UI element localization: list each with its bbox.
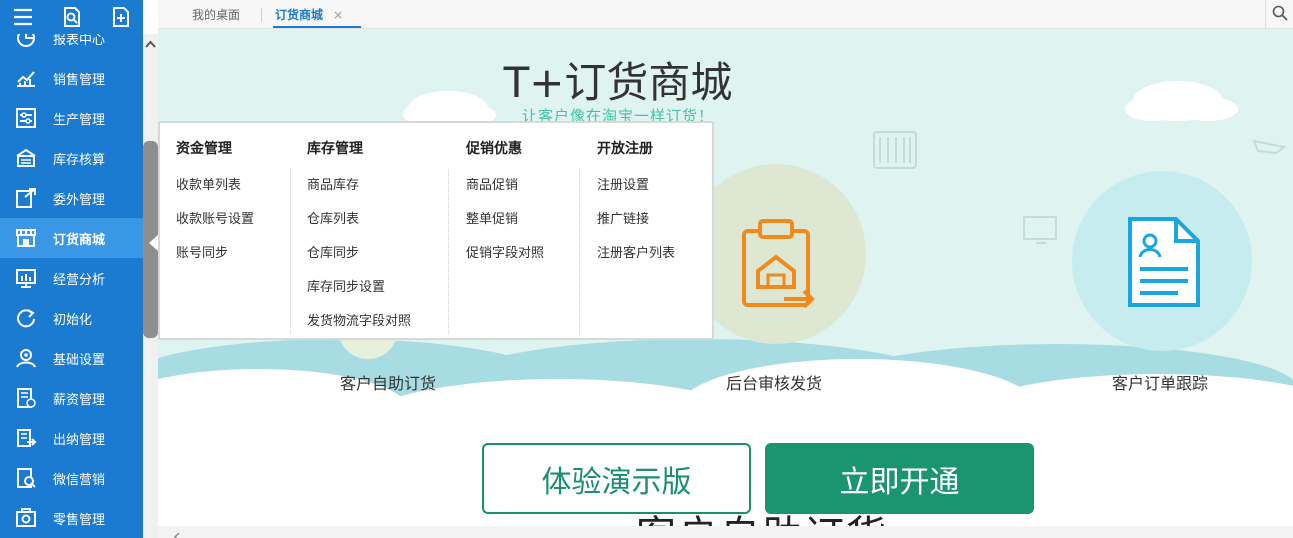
submenu-item-registered-customers[interactable]: 注册客户列表 [597,242,675,261]
submenu-item-product-stock[interactable]: 商品库存 [307,174,359,193]
sidebar-item-analysis[interactable]: 经营分析 [0,258,143,298]
store-submenu-panel: 资金管理 收款单列表 收款账号设置 账号同步 库存管理 商品库存 仓库列表 仓库… [158,121,714,340]
feature-label-self-order: 客户自助订货 [340,374,437,393]
tab-my-desktop[interactable]: 我的桌面 [192,6,240,28]
sidebar-item-outsource[interactable]: 委外管理 [0,178,143,218]
tab-bar: 我的桌面 订货商城 × [158,0,1293,29]
submenu-heading: 库存管理 [307,141,363,157]
global-search-button[interactable] [1265,0,1293,29]
settings-icon [14,346,38,370]
search-doc-icon[interactable] [61,6,83,28]
sidebar: 报表中心 销售管理 生产管理 库存核算 委外管理 订货商城 经营分析 初始化 基… [0,0,143,538]
submenu-divider [448,169,449,334]
sidebar-item-retail[interactable]: 零售管理 [0,498,143,538]
sidebar-item-cashier[interactable]: 出纳管理 [0,418,143,458]
sales-chart-icon [14,66,38,90]
warehouse-clipboard-icon [738,215,818,315]
retail-icon [14,506,38,530]
scroll-up-icon[interactable] [145,36,156,48]
store-icon [14,226,38,250]
app-window: 报表中心 销售管理 生产管理 库存核算 委外管理 订货商城 经营分析 初始化 基… [0,0,1293,538]
menu-icon[interactable] [12,6,34,28]
analysis-icon [14,266,38,290]
sidebar-menu: 报表中心 销售管理 生产管理 库存核算 委外管理 订货商城 经营分析 初始化 基… [0,18,143,538]
cashier-icon [14,426,38,450]
submenu-item-promo-mapping[interactable]: 促销字段对照 [466,242,544,261]
submenu-item-warehouse-sync[interactable]: 仓库同步 [307,242,359,261]
submenu-item-register-settings[interactable]: 注册设置 [597,174,649,193]
feature-label-order-tracking: 客户订单跟踪 [1112,374,1209,393]
sidebar-item-store[interactable]: 订货商城 [0,218,143,258]
sidebar-item-payroll[interactable]: 薪资管理 [0,378,143,418]
wechat-icon [14,466,38,490]
sidebar-scrollbar[interactable] [143,34,158,538]
sidebar-item-init[interactable]: 初始化 [0,298,143,338]
submenu-item-product-promo[interactable]: 商品促销 [466,174,518,193]
submenu-divider [579,169,580,334]
order-document-icon [1126,215,1202,313]
submenu-item-logistics-mapping[interactable]: 发货物流字段对照 [307,310,411,329]
tab-order-mall[interactable]: 订货商城 × [273,6,361,28]
sidebar-item-settings[interactable]: 基础设置 [0,338,143,378]
sidebar-item-production[interactable]: 生产管理 [0,98,143,138]
submenu-item-receipt-list[interactable]: 收款单列表 [176,174,241,193]
submenu-item-receipt-account[interactable]: 收款账号设置 [176,208,254,227]
close-tab-icon[interactable]: × [333,8,343,22]
sidebar-item-inventory[interactable]: 库存核算 [0,138,143,178]
sidebar-item-wechat[interactable]: 微信营销 [0,458,143,498]
submenu-item-promo-link[interactable]: 推广链接 [597,208,649,227]
inventory-icon [14,146,38,170]
submenu-item-warehouse-list[interactable]: 仓库列表 [307,208,359,227]
horizontal-scrollbar[interactable] [158,526,1293,538]
payroll-icon [14,386,38,410]
submenu-heading: 开放注册 [597,141,653,157]
scroll-left-icon[interactable] [172,527,182,538]
search-icon [1272,5,1288,25]
tab-separator [261,8,262,22]
submenu-heading: 促销优惠 [466,141,522,157]
submenu-heading: 资金管理 [176,141,232,157]
sidebar-toolbar [0,0,143,34]
init-icon [14,306,38,330]
outsource-icon [14,186,38,210]
submenu-divider [290,169,291,334]
submenu-pointer [149,235,158,251]
submenu-item-account-sync[interactable]: 账号同步 [176,242,228,261]
feature-label-review-ship: 后台审核发货 [726,374,823,393]
submenu-item-order-promo[interactable]: 整单促销 [466,208,518,227]
hero-title: T+订货商城 [503,58,733,107]
add-doc-icon[interactable] [110,6,132,28]
sidebar-item-sales[interactable]: 销售管理 [0,58,143,98]
production-icon [14,106,38,130]
submenu-item-stock-sync-settings[interactable]: 库存同步设置 [307,276,385,295]
